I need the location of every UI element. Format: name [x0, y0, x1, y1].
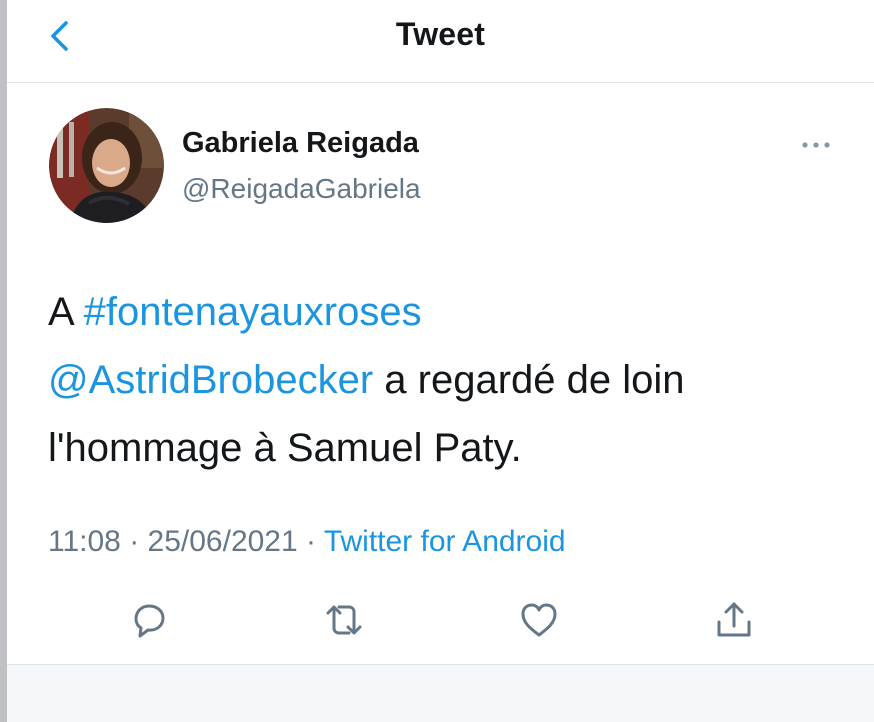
hashtag-link[interactable]: #fontenayauxroses [84, 290, 422, 334]
meta-separator: · [120, 525, 148, 558]
retweet-icon [326, 605, 362, 635]
heart-icon [521, 603, 557, 637]
top-bar: Tweet [7, 0, 874, 83]
tweet-date: 25/06/2021 [147, 525, 298, 558]
source-link[interactable]: Twitter for Android [324, 525, 566, 558]
reply-icon [134, 604, 165, 638]
reply-button[interactable] [127, 598, 171, 642]
like-button[interactable] [517, 598, 561, 642]
share-icon [717, 602, 751, 637]
meta-separator: · [297, 525, 324, 558]
retweet-button[interactable] [322, 598, 366, 642]
window-edge [0, 0, 7, 722]
author-name[interactable]: Gabriela Reigada [182, 127, 419, 160]
tweet-time: 11:08 [48, 525, 121, 558]
mention-link[interactable]: @AstridBrobecker [48, 358, 373, 402]
page-title: Tweet [395, 16, 486, 52]
tweet-text: A #fontenayauxroses @AstridBrobecker a re… [48, 278, 828, 482]
avatar-photo [49, 108, 164, 223]
tweet-text-prefix: A [48, 290, 84, 334]
reply-area [7, 664, 874, 722]
share-button[interactable] [712, 598, 756, 642]
tweet-meta: 11:08 · 25/06/2021 · Twitter for Android [48, 525, 566, 559]
author-handle[interactable]: @ReigadaGabriela [182, 173, 421, 205]
avatar[interactable] [49, 108, 164, 223]
more-options-button[interactable] [797, 133, 837, 157]
more-horizontal-icon [802, 142, 830, 148]
